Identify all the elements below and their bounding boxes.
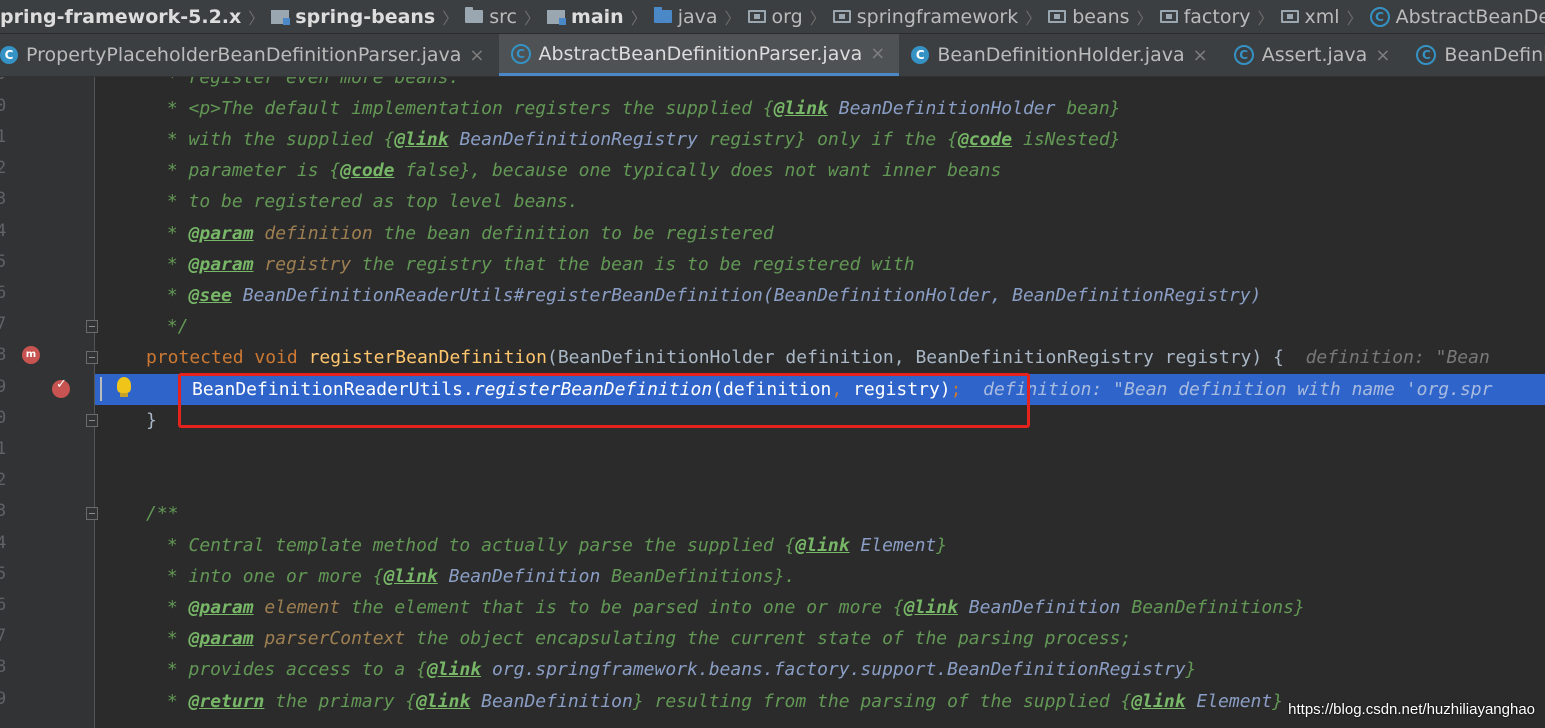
code-line: * Central template method to actually pa… — [156, 535, 948, 556]
breadcrumb-beans[interactable]: beans 〉 — [1048, 5, 1159, 29]
line-number: 8 — [0, 657, 7, 677]
method-override-icon[interactable]: m — [22, 346, 40, 364]
source-folder-icon — [653, 7, 672, 23]
code-line: * @param definition the bean definition … — [156, 223, 774, 244]
line-number: 5 — [0, 564, 7, 584]
code-line: */ — [156, 316, 189, 337]
module-icon — [547, 9, 567, 25]
line-number: 2 — [0, 470, 7, 490]
line-number: 9 — [0, 689, 7, 709]
code-line: * provides access to a {@link org.spring… — [156, 659, 1197, 680]
breadcrumb-project[interactable]: pring-framework-5.2.x 〉 — [0, 5, 271, 29]
line-number: 7 — [0, 626, 7, 646]
line-number: 4 — [0, 221, 7, 241]
tab-propertyplaceholder[interactable]: C PropertyPlaceholderBeanDefinitionParse… — [0, 34, 499, 76]
class-icon: C — [0, 46, 18, 64]
line-number: 9 — [0, 77, 16, 84]
line-number: 0 — [0, 408, 7, 428]
code-line: * @param parserContext the object encaps… — [156, 628, 1132, 649]
tab-abstractbeandefinitionparser[interactable]: C AbstractBeanDefinitionParser.java × — [498, 34, 900, 76]
line-number: 7 — [0, 314, 7, 334]
chevron-right-icon: 〉 — [630, 8, 647, 28]
breadcrumb-module[interactable]: spring-beans 〉 — [271, 5, 465, 29]
package-icon — [832, 10, 851, 23]
close-icon[interactable]: × — [469, 45, 484, 66]
chevron-right-icon: 〉 — [809, 8, 826, 28]
code-line: * @see BeanDefinitionReaderUtils#registe… — [156, 285, 1262, 306]
code-line: * to be registered as top level beans. — [156, 191, 579, 212]
line-number: 6 — [0, 283, 7, 303]
chevron-right-icon: 〉 — [524, 8, 541, 28]
line-number: 1 — [0, 127, 7, 147]
editor-tabs: C PropertyPlaceholderBeanDefinitionParse… — [0, 34, 1545, 77]
line-number: 0 — [0, 96, 7, 116]
breadcrumb-main[interactable]: main 〉 — [547, 5, 654, 29]
code-line: * @param registry the registry that the … — [156, 254, 915, 275]
module-icon — [271, 9, 291, 25]
class-icon: C — [510, 43, 531, 64]
line-number: 3 — [0, 501, 7, 521]
code-line: * register even more beans. — [156, 77, 460, 88]
code-line: /** — [146, 503, 179, 524]
lightbulb-icon[interactable] — [117, 377, 131, 397]
code-line: * <p>The default implementation register… — [156, 98, 1121, 119]
close-icon[interactable]: × — [1375, 45, 1390, 66]
line-number: 9 — [0, 377, 7, 397]
tab-beandefinitionholder[interactable]: C BeanDefinitionHolder.java × — [899, 34, 1221, 76]
class-icon: C — [1369, 6, 1390, 27]
code-line: * into one or more {@link BeanDefinition… — [156, 566, 796, 587]
code-line: * @param element the element that is to … — [156, 597, 1305, 618]
breadcrumb-springframework[interactable]: springframework 〉 — [832, 5, 1049, 29]
breakpoint-icon[interactable] — [52, 377, 70, 398]
editor-gutter[interactable]: 9 0 1 2 3 4 5 6 7 8 9 0 1 2 3 4 5 6 7 8 … — [0, 77, 98, 728]
line-number: 1 — [0, 439, 7, 459]
breadcrumb-xml[interactable]: xml 〉 — [1280, 5, 1370, 29]
package-icon — [1048, 10, 1067, 23]
package-icon — [747, 10, 766, 23]
breadcrumb-org[interactable]: org 〉 — [747, 5, 833, 29]
watermark: https://blog.csdn.net/huzhiliayanghao — [1288, 701, 1535, 718]
class-icon: C — [1233, 45, 1254, 65]
class-icon: C — [1416, 45, 1437, 65]
highlight-annotation-box — [178, 373, 1030, 428]
chevron-right-icon: 〉 — [248, 8, 265, 28]
tab-assert[interactable]: C Assert.java × — [1222, 34, 1405, 76]
class-icon: C — [911, 46, 930, 64]
breadcrumb-factory[interactable]: factory 〉 — [1159, 5, 1281, 29]
line-number: 6 — [0, 595, 7, 615]
close-icon[interactable]: × — [870, 43, 885, 64]
tab-beandefinitionreader[interactable]: C BeanDefinitionRea — [1404, 34, 1545, 76]
chevron-right-icon: 〉 — [724, 8, 741, 28]
line-number: 2 — [0, 158, 7, 178]
line-number: 5 — [0, 252, 7, 272]
line-number: 3 — [0, 189, 7, 209]
chevron-right-icon: 〉 — [442, 8, 459, 28]
package-icon — [1159, 10, 1178, 23]
breadcrumb-java[interactable]: java 〉 — [653, 5, 748, 29]
breadcrumb-src[interactable]: src 〉 — [465, 5, 547, 29]
chevron-right-icon: 〉 — [1025, 8, 1042, 28]
chevron-right-icon: 〉 — [1257, 8, 1274, 28]
line-number: 4 — [0, 533, 7, 553]
code-line: * with the supplied {@link BeanDefinitio… — [156, 129, 1121, 150]
package-icon — [1280, 10, 1299, 23]
line-number: 8 — [0, 345, 7, 365]
chevron-right-icon: 〉 — [1136, 8, 1153, 28]
folder-icon — [465, 7, 484, 23]
breadcrumb: pring-framework-5.2.x 〉 spring-beans 〉 src… — [0, 0, 1545, 34]
breadcrumb-class[interactable]: CAbstractBeanDefinitionParser — [1369, 6, 1545, 28]
code-line-method-declaration: protected void registerBeanDefinition(Be… — [146, 347, 1490, 368]
text-caret — [100, 377, 102, 401]
close-icon[interactable]: × — [1193, 45, 1208, 66]
code-line: * parameter is {@code false}, because on… — [156, 160, 1002, 181]
chevron-right-icon: 〉 — [1346, 8, 1363, 28]
